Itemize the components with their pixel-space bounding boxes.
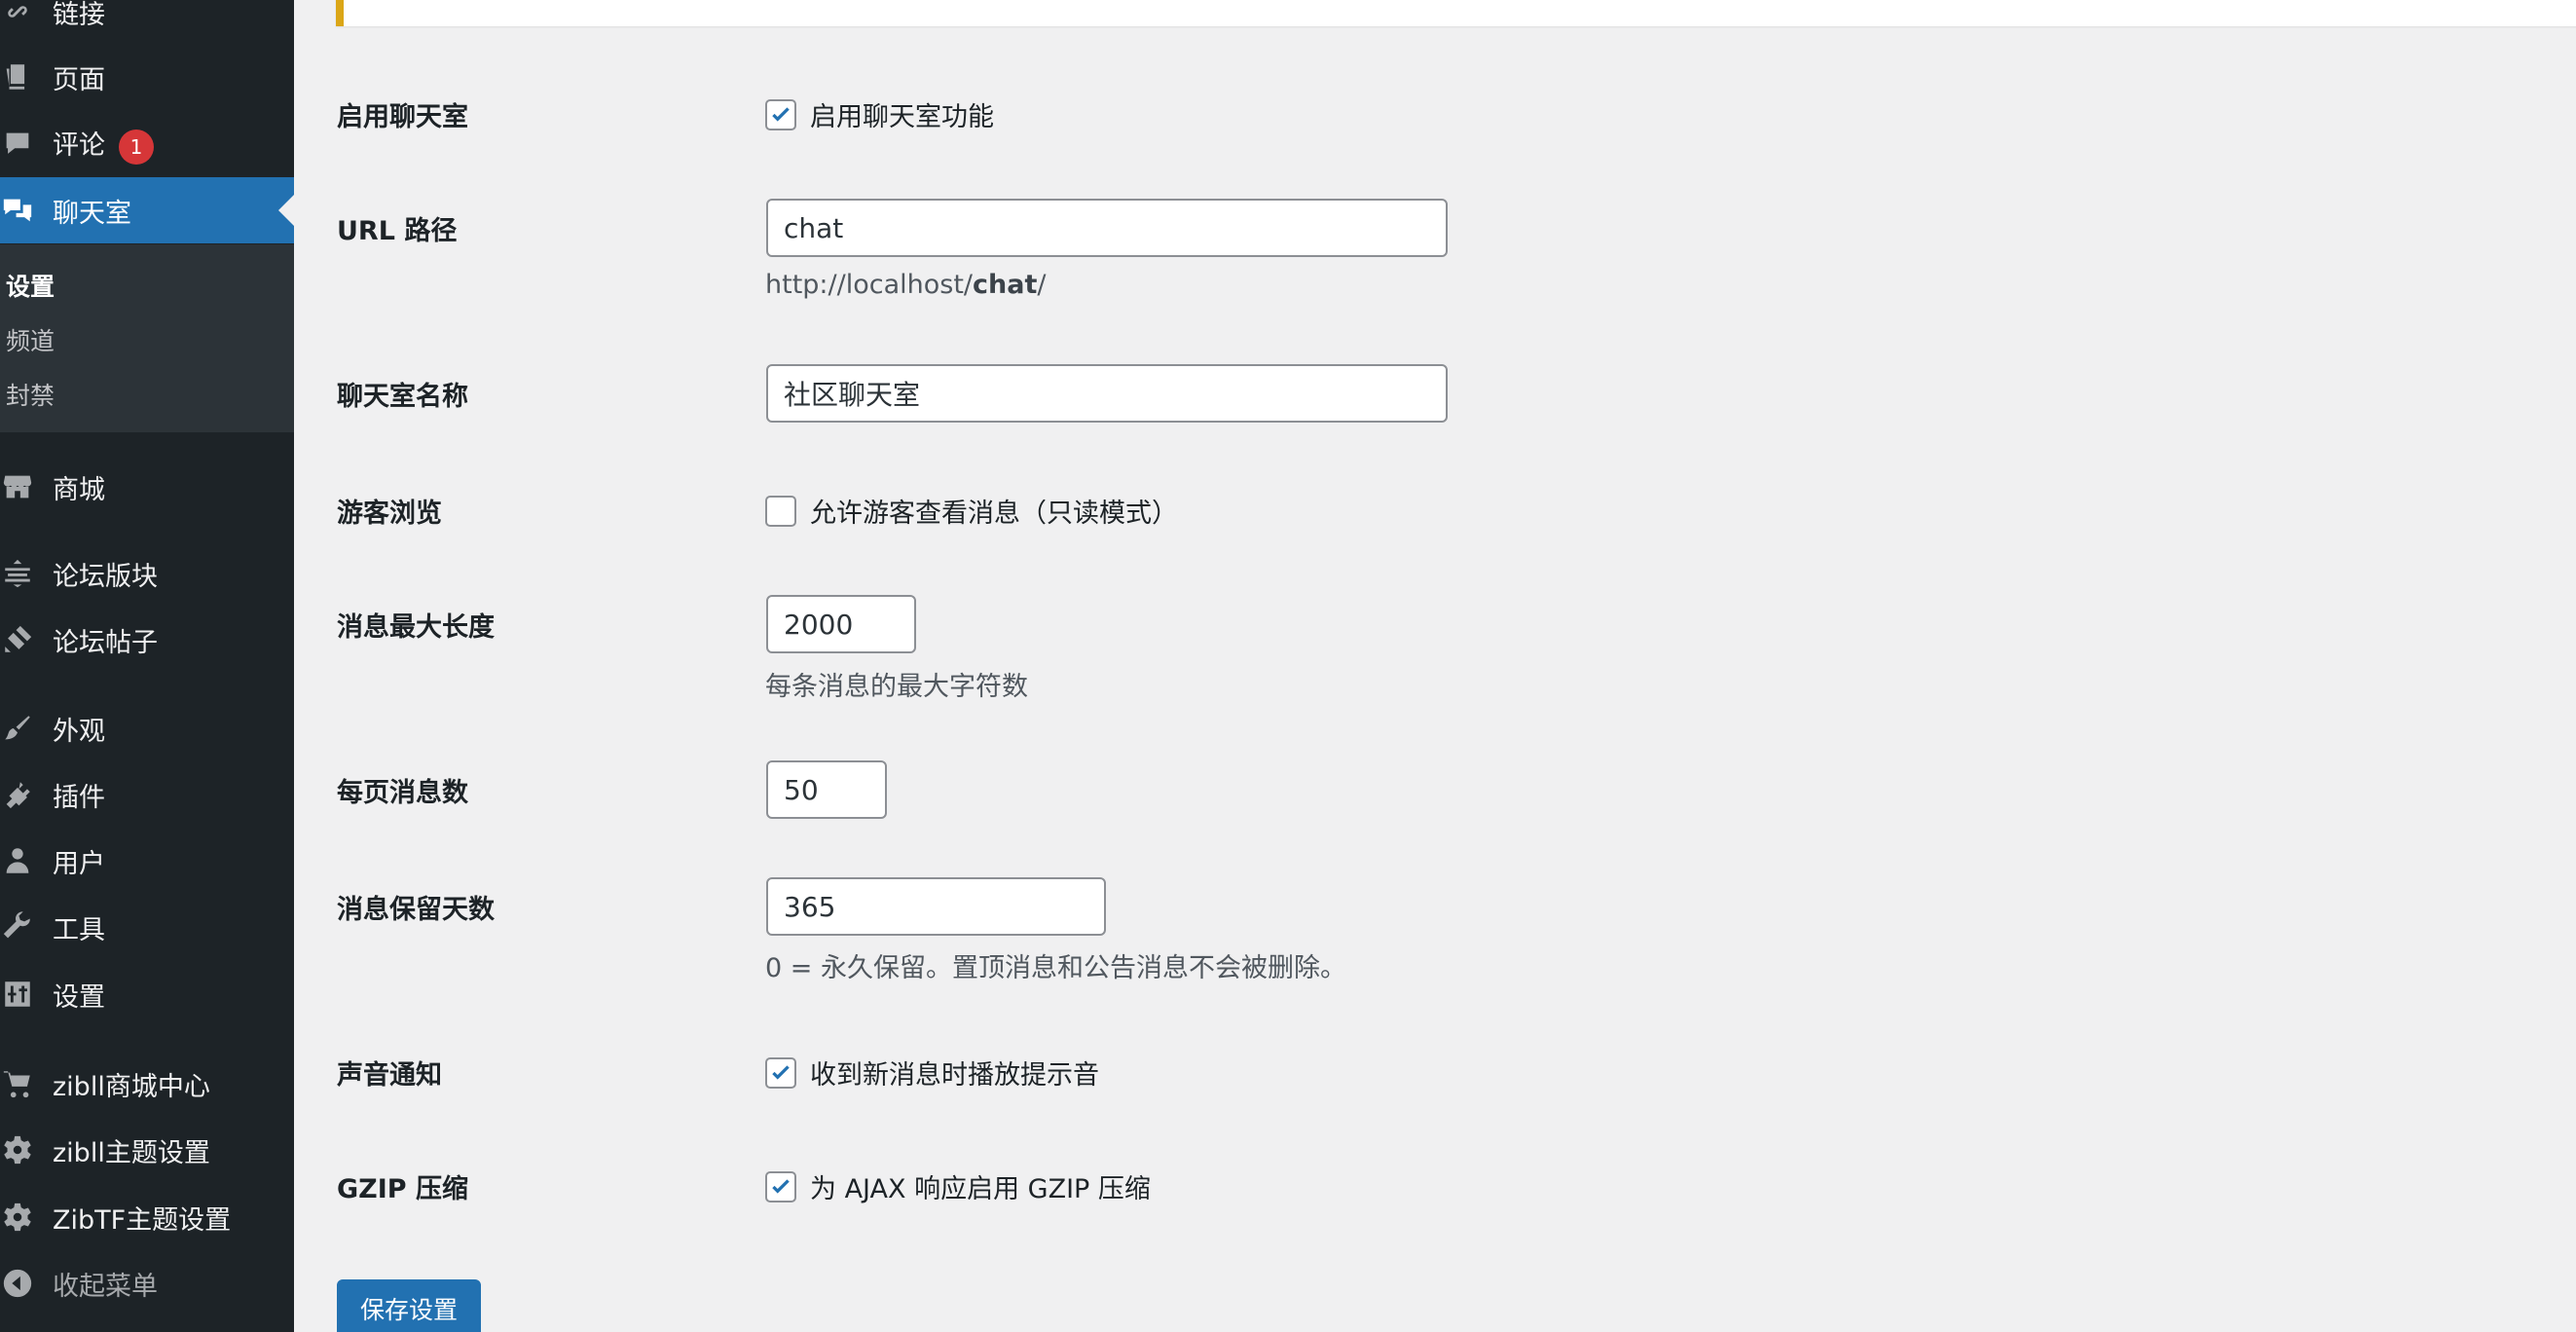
sidebar-item-label: zibll主题设置 — [53, 1137, 210, 1168]
sidebar-item-pages[interactable]: 页面 — [0, 44, 294, 110]
url-path-input[interactable] — [766, 199, 1448, 257]
sidebar-item-label: 商城 — [53, 474, 105, 505]
enable-chat-checkbox-label[interactable]: 启用聊天室功能 — [810, 95, 994, 133]
sidebar-item-zibll-theme-settings[interactable]: zibll主题设置 — [0, 1117, 294, 1183]
sidebar-collapse-menu[interactable]: 收起菜单 — [0, 1250, 294, 1316]
chat-name-label: 聊天室名称 — [337, 382, 468, 412]
sidebar-item-appearance[interactable]: 外观 — [0, 695, 294, 761]
sidebar-item-label: 页面 — [53, 64, 105, 95]
url-preview-prefix: http://localhost/ — [765, 270, 974, 300]
plugins-icon — [0, 777, 35, 812]
checkmark-icon — [772, 1064, 790, 1080]
admin-notice — [336, 0, 2576, 26]
sidebar-item-plugins[interactable]: 插件 — [0, 761, 294, 828]
sidebar-item-label: 聊天室 — [53, 198, 131, 229]
sidebar-item-label: 论坛版块 — [53, 561, 158, 592]
enable-chat-label: 启用聊天室 — [337, 102, 468, 132]
submenu-item-settings[interactable]: 设置 — [6, 268, 55, 303]
guest-browse-option: 允许游客查看消息（只读模式） — [765, 492, 1178, 530]
sidebar-item-label: 评论 — [53, 130, 105, 162]
sound-notification-label: 声音通知 — [337, 1060, 442, 1091]
store-icon — [0, 469, 35, 504]
save-settings-button[interactable]: 保存设置 — [337, 1279, 481, 1332]
gzip-option: 为 AJAX 响应启用 GZIP 压缩 — [765, 1167, 1151, 1205]
gzip-checkbox-label[interactable]: 为 AJAX 响应启用 GZIP 压缩 — [810, 1167, 1151, 1205]
sidebar-item-zibll-store-center[interactable]: zibll商城中心 — [0, 1051, 294, 1117]
checkmark-icon — [772, 106, 790, 122]
sound-notification-checkbox-label[interactable]: 收到新消息时播放提示音 — [810, 1054, 1099, 1092]
guest-browse-label: 游客浏览 — [337, 499, 442, 529]
comments-count-badge: 1 — [119, 129, 154, 165]
guest-browse-checkbox[interactable] — [765, 495, 796, 527]
max-length-description: 每条消息的最大字符数 — [765, 672, 1028, 702]
collapse-icon — [0, 1266, 35, 1301]
settings-icon — [0, 977, 35, 1012]
sound-notification-option: 收到新消息时播放提示音 — [765, 1054, 1099, 1092]
sidebar-item-label: ZibTF主题设置 — [53, 1204, 232, 1236]
per-page-input[interactable] — [766, 760, 887, 819]
gear-icon — [0, 1132, 35, 1167]
sidebar-item-users[interactable]: 用户 — [0, 828, 294, 894]
sidebar-item-store[interactable]: 商城 — [0, 454, 294, 520]
sidebar-item-label: zibll商城中心 — [53, 1071, 210, 1102]
sidebar-item-settings[interactable]: 设置 — [0, 961, 294, 1027]
sidebar-item-zibtf-theme-settings[interactable]: ZibTF主题设置 — [0, 1184, 294, 1250]
retention-days-label: 消息保留天数 — [337, 895, 495, 925]
gzip-label: GZIP 压缩 — [337, 1174, 468, 1204]
url-path-label: URL 路径 — [337, 216, 458, 246]
sidebar-item-label: 用户 — [53, 848, 105, 879]
sidebar-item-links[interactable]: 链接 — [0, 0, 294, 45]
sidebar-item-label: 外观 — [53, 716, 105, 747]
retention-days-input[interactable] — [766, 877, 1106, 936]
users-icon — [0, 843, 35, 878]
link-icon — [0, 0, 35, 29]
per-page-label: 每页消息数 — [337, 778, 468, 808]
sidebar-item-forum-posts[interactable]: 论坛帖子 — [0, 607, 294, 673]
admin-sidebar: 链接 页面 评论 1 聊天室 设置 频道 封禁 商城 论坛版块 论坛帖子 外观 … — [0, 0, 294, 1332]
enable-chat-checkbox[interactable] — [765, 98, 796, 130]
url-path-preview: http://localhost/chat/ — [765, 270, 1046, 300]
submenu-item-bans[interactable]: 封禁 — [6, 377, 55, 412]
sidebar-item-tools[interactable]: 工具 — [0, 894, 294, 960]
url-preview-suffix: / — [1037, 270, 1047, 300]
gzip-checkbox[interactable] — [765, 1170, 796, 1202]
pages-icon — [0, 59, 35, 94]
max-length-label: 消息最大长度 — [337, 612, 495, 643]
chat-name-input[interactable] — [766, 364, 1448, 423]
sidebar-item-comments[interactable]: 评论 1 — [0, 111, 294, 177]
sidebar-item-label: 插件 — [53, 782, 105, 813]
gear-icon — [0, 1200, 35, 1235]
enable-chat-option: 启用聊天室功能 — [765, 95, 994, 133]
wp-admin-app: 链接 页面 评论 1 聊天室 设置 频道 封禁 商城 论坛版块 论坛帖子 外观 … — [0, 0, 2576, 1332]
cart-icon — [0, 1066, 35, 1101]
sidebar-item-label: 收起菜单 — [53, 1271, 158, 1302]
forum-sections-icon — [0, 556, 35, 591]
chat-icon — [0, 193, 35, 228]
submenu-item-channels[interactable]: 频道 — [6, 322, 55, 357]
sidebar-item-forum-sections[interactable]: 论坛版块 — [0, 540, 294, 607]
sound-notification-checkbox[interactable] — [765, 1056, 796, 1089]
max-length-input[interactable] — [766, 595, 916, 653]
retention-days-description: 0 = 永久保留。置顶消息和公告消息不会被删除。 — [765, 953, 1346, 983]
sidebar-item-label: 设置 — [53, 981, 105, 1013]
appearance-icon — [0, 711, 35, 746]
url-preview-slug: chat — [973, 270, 1038, 300]
tools-icon — [0, 909, 35, 944]
checkmark-icon — [772, 1178, 790, 1194]
comments-icon — [0, 127, 35, 162]
guest-browse-checkbox-label[interactable]: 允许游客查看消息（只读模式） — [810, 492, 1178, 530]
sidebar-item-chatroom[interactable]: 聊天室 — [0, 177, 294, 243]
sidebar-item-label: 论坛帖子 — [53, 627, 158, 658]
chatroom-submenu: 设置 频道 封禁 — [0, 244, 294, 432]
sidebar-item-label: 工具 — [53, 914, 105, 945]
sidebar-item-label: 链接 — [53, 0, 105, 30]
forum-posts-icon — [0, 622, 35, 657]
